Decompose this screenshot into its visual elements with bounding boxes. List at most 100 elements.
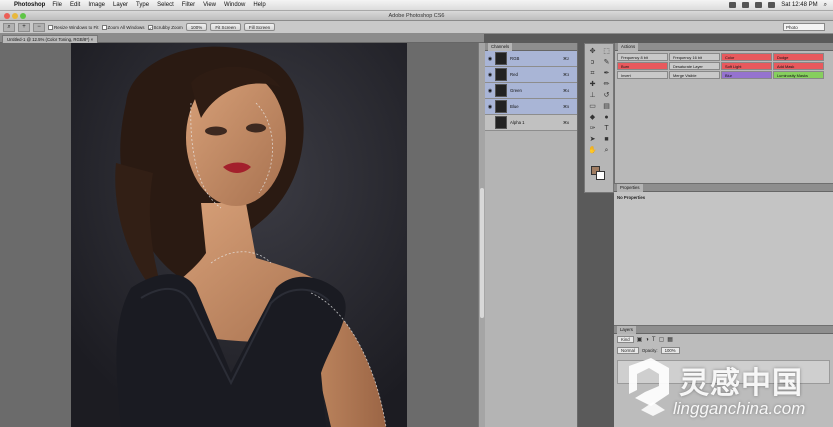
fill-screen-button[interactable]: Fill Screen — [243, 23, 276, 31]
menu-image[interactable]: Image — [88, 2, 105, 8]
action-button[interactable]: Blur — [721, 71, 772, 79]
type-tool-icon[interactable]: T — [600, 124, 613, 134]
crop-tool-icon[interactable]: ⌗ — [586, 69, 599, 79]
menu-edit[interactable]: Edit — [70, 2, 80, 8]
hand-tool-icon[interactable]: ✋ — [586, 146, 599, 156]
shape-tool-icon[interactable]: ■ — [600, 135, 613, 145]
menu-type[interactable]: Type — [136, 2, 149, 8]
zoom-in-icon[interactable]: + — [18, 22, 30, 32]
quick-select-tool-icon[interactable]: ✎ — [600, 58, 613, 68]
app-menu[interactable]: Photoshop — [14, 2, 45, 8]
eraser-tool-icon[interactable]: ▭ — [586, 102, 599, 112]
dodge-tool-icon[interactable]: ● — [600, 113, 613, 123]
eye-icon[interactable]: ◉ — [485, 56, 495, 62]
gradient-tool-icon[interactable]: ▤ — [600, 102, 613, 112]
checkbox-box[interactable] — [101, 24, 107, 30]
lasso-tool-icon[interactable]: ↄ — [586, 58, 599, 68]
volume-icon[interactable] — [768, 2, 776, 8]
action-button[interactable]: Dodge — [773, 53, 824, 61]
filter-pixel-icon[interactable]: ▣ — [637, 336, 643, 343]
tab-channels[interactable]: Channels — [488, 43, 513, 51]
eye-icon[interactable]: ◉ — [485, 88, 495, 94]
background-color-swatch[interactable] — [596, 171, 605, 180]
zoom-100-button[interactable]: 100% — [185, 23, 208, 31]
action-button[interactable]: Frequency 16 bit — [669, 53, 720, 61]
zoom-window-button[interactable] — [20, 13, 26, 19]
action-button[interactable]: Burn — [617, 62, 668, 70]
menu-file[interactable]: File — [52, 2, 62, 8]
menu-help[interactable]: Help — [253, 2, 265, 8]
channel-shortcut: ⌘5 — [563, 104, 570, 109]
marquee-tool-icon[interactable]: ⬚ — [600, 47, 613, 57]
action-button[interactable]: Frequency 8 bit — [617, 53, 668, 61]
blur-tool-icon[interactable]: ◆ — [586, 113, 599, 123]
channel-name: Green — [510, 88, 522, 93]
search-icon[interactable]: ⌕ — [824, 2, 827, 9]
action-button[interactable]: Desaturate Layer — [669, 62, 720, 70]
filter-adjustment-icon[interactable]: ◑ — [645, 337, 649, 343]
channel-row-rgb[interactable]: ◉ RGB ⌘2 — [485, 51, 577, 67]
action-button[interactable]: Luminosity Masks — [773, 71, 824, 79]
scrollbar-thumb[interactable] — [480, 188, 484, 318]
window-titlebar: Adobe Photoshop CS6 — [0, 11, 833, 21]
action-button[interactable]: Invert — [617, 71, 668, 79]
canvas-area[interactable] — [0, 43, 478, 427]
action-button[interactable]: Color — [721, 53, 772, 61]
clone-stamp-icon[interactable]: ⊥ — [586, 91, 599, 101]
canvas-vertical-scrollbar[interactable] — [478, 43, 485, 427]
close-window-button[interactable] — [4, 13, 10, 19]
filter-smart-object-icon[interactable]: ▦ — [667, 336, 673, 343]
channel-row-blue[interactable]: ◉ Blue ⌘5 — [485, 99, 577, 115]
path-select-tool-icon[interactable]: ➤ — [586, 135, 599, 145]
minimize-window-button[interactable] — [12, 13, 18, 19]
menu-filter[interactable]: Filter — [182, 2, 195, 8]
menu-view[interactable]: View — [203, 2, 216, 8]
actions-button-grid: Frequency 8 bit Frequency 16 bit Color Dodg… — [615, 51, 833, 81]
layer-kind-select[interactable]: Kind — [617, 336, 634, 343]
document-tab[interactable]: Untitled-1 @ 12.5% (Color Toning, RGB/8*… — [2, 35, 99, 43]
wifi-icon[interactable] — [755, 2, 763, 8]
scrubby-zoom-checkbox[interactable]: ✓ Scrubby Zoom — [147, 24, 183, 31]
dropbox-icon[interactable] — [742, 2, 750, 8]
zoom-out-icon[interactable]: − — [33, 22, 45, 32]
tab-properties[interactable]: Properties — [617, 184, 643, 192]
portrait-photo[interactable] — [71, 43, 407, 427]
status-icon[interactable] — [729, 2, 737, 8]
healing-brush-icon[interactable]: ✚ — [586, 80, 599, 90]
zoom-tool-preset-icon[interactable]: ⌕ — [3, 22, 15, 32]
channel-name: Alpha 1 — [510, 120, 525, 125]
eye-icon[interactable]: ◉ — [485, 72, 495, 78]
zoom-tool-icon[interactable]: ⌕ — [600, 146, 613, 156]
history-brush-icon[interactable]: ↺ — [600, 91, 613, 101]
filter-type-icon[interactable]: T — [652, 337, 656, 343]
eye-icon[interactable]: ◉ — [485, 104, 495, 110]
channel-shortcut: ⌘6 — [563, 120, 570, 125]
tab-layers[interactable]: Layers — [617, 326, 636, 334]
move-tool-icon[interactable]: ✥ — [586, 47, 599, 57]
menubar-clock[interactable]: Sat 12:48 PM — [781, 2, 817, 8]
channel-shortcut: ⌘3 — [563, 72, 570, 77]
action-button[interactable]: Add Mask — [773, 62, 824, 70]
checkbox-box[interactable]: ✓ — [147, 24, 153, 31]
menu-select[interactable]: Select — [157, 2, 174, 8]
channel-thumbnail — [495, 68, 507, 81]
checkbox-box[interactable] — [48, 24, 53, 30]
filter-shape-icon[interactable]: ▢ — [659, 336, 665, 343]
action-button[interactable]: Soft Light — [721, 62, 772, 70]
fit-screen-button[interactable]: Fit Screen — [210, 23, 241, 31]
menu-window[interactable]: Window — [224, 2, 245, 8]
brush-tool-icon[interactable]: ✏ — [600, 80, 613, 90]
zoom-all-windows-checkbox[interactable]: Zoom All Windows — [101, 24, 145, 30]
properties-panel: Properties No Properties — [614, 183, 833, 325]
action-button[interactable]: Merge Visible — [669, 71, 720, 79]
channel-row-green[interactable]: ◉ Green ⌘4 — [485, 83, 577, 99]
tab-actions[interactable]: Actions — [618, 43, 639, 51]
eyedropper-tool-icon[interactable]: ✒ — [600, 69, 613, 79]
menu-layer[interactable]: Layer — [113, 2, 128, 8]
pen-tool-icon[interactable]: ✑ — [586, 124, 599, 134]
channel-row-alpha[interactable]: Alpha 1 ⌘6 — [485, 115, 577, 131]
channel-row-red[interactable]: ◉ Red ⌘3 — [485, 67, 577, 83]
workspace-switcher[interactable]: Photo — [783, 23, 825, 31]
resize-windows-checkbox[interactable]: Resize Windows to Fit — [48, 24, 99, 30]
tools-panel: ✥ ⬚ ↄ ✎ ⌗ ✒ ✚ ✏ ⊥ ↺ ▭ ▤ ◆ ● ✑ T ➤ ■ ✋ ⌕ — [584, 43, 614, 193]
